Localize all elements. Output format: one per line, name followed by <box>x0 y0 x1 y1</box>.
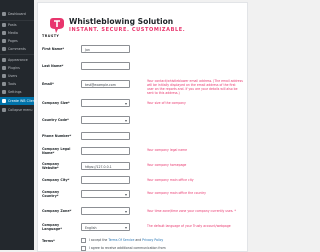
country-code-label: Country Code* <box>42 118 69 122</box>
admin-sidebar: Dashboard Posts Media Pages Comments App… <box>0 0 37 250</box>
sidebar-item-label: Pages <box>8 39 18 43</box>
email-label: Email* <box>42 82 54 86</box>
phone-input[interactable] <box>81 132 130 140</box>
terms-text: I accept the Terms Of Service and Privac… <box>89 238 163 242</box>
legal-name-input[interactable] <box>81 147 130 155</box>
pin-icon <box>2 23 6 27</box>
sidebar-item-label: Tools <box>8 82 17 86</box>
logo-brand-text: TRUSTY <box>42 34 60 38</box>
company-size-select[interactable] <box>81 99 130 107</box>
city-hint: Your company main office city <box>147 178 194 182</box>
sidebar-item-label: Plugins <box>8 66 20 70</box>
sidebar-item-dashboard[interactable]: Dashboard <box>0 10 34 18</box>
country-code-select[interactable] <box>81 116 130 124</box>
legal-name-hint: Your company legal name <box>147 148 188 152</box>
sidebar-item-label: Comments <box>8 47 26 51</box>
city-input[interactable] <box>81 176 130 184</box>
sidebar-item-settings[interactable]: Settings <box>0 88 34 96</box>
company-country-label: Company Country* <box>42 190 60 198</box>
sidebar-item-label: Users <box>8 74 18 78</box>
zone-select[interactable] <box>81 207 130 215</box>
company-size-label: Company Size* <box>42 101 70 105</box>
main-content: TRUSTY Whistleblowing Solution INSTANT. … <box>34 0 250 252</box>
language-label: Company Language* <box>42 223 62 231</box>
collapse-icon <box>2 108 6 112</box>
terms-of-service-link[interactable]: Terms Of Service <box>108 238 134 242</box>
terms-label: Terms* <box>42 239 55 243</box>
trusty-logo-icon <box>50 18 64 33</box>
dashboard-icon <box>2 12 6 16</box>
privacy-policy-link[interactable]: Privacy Policy <box>142 238 163 242</box>
first-name-label: First Name* <box>42 47 65 51</box>
consent-checkbox[interactable] <box>81 246 86 251</box>
page-title: Whistleblowing Solution <box>69 17 174 26</box>
media-icon <box>2 31 6 35</box>
sidebar-item-label: Settings <box>8 90 22 94</box>
brush-icon <box>2 58 6 62</box>
company-size-hint: Your size of the company <box>147 101 186 105</box>
language-select[interactable]: English <box>81 223 130 231</box>
last-name-input[interactable] <box>81 62 130 70</box>
sidebar-item-posts[interactable]: Posts <box>0 21 34 29</box>
sidebar-item-label: Dashboard <box>8 12 26 16</box>
last-name-label: Last Name* <box>42 64 64 68</box>
settings-icon <box>2 90 6 94</box>
sidebar-item-label: Collapse menu <box>8 108 33 112</box>
client-form-panel: TRUSTY Whistleblowing Solution INSTANT. … <box>37 2 248 252</box>
website-hint: Your company homepage <box>147 163 187 167</box>
shield-icon <box>2 99 6 103</box>
company-country-hint: Your company main office the country <box>147 191 206 195</box>
sidebar-item-label: Appearance <box>8 58 28 62</box>
wrench-icon <box>2 82 6 86</box>
sidebar-item-users[interactable]: Users <box>0 72 34 80</box>
sidebar-item-label: Create WB Client <box>8 99 37 103</box>
first-name-input[interactable]: Jon <box>81 45 130 53</box>
sidebar-item-media[interactable]: Media <box>0 29 34 37</box>
email-input[interactable]: test@example.com <box>81 80 130 88</box>
sidebar-item-create-wb-client[interactable]: Create WB Client <box>0 97 37 105</box>
sidebar-item-comments[interactable]: Comments <box>0 45 34 53</box>
sidebar-item-label: Posts <box>8 23 17 27</box>
website-label: Company Website* <box>42 162 60 170</box>
terms-mid-text: and <box>135 238 142 242</box>
sidebar-item-tools[interactable]: Tools <box>0 80 34 88</box>
language-hint: The default language of your Trusty acco… <box>147 224 231 228</box>
plugin-icon <box>2 66 6 70</box>
phone-label: Phone Number* <box>42 134 72 138</box>
users-icon <box>2 74 6 78</box>
company-country-select[interactable] <box>81 190 130 198</box>
legal-name-label: Company Legal Name* <box>42 147 71 155</box>
sidebar-item-plugins[interactable]: Plugins <box>0 64 34 72</box>
page-icon <box>2 39 6 43</box>
zone-label: Company Zone* <box>42 209 72 213</box>
sidebar-divider <box>0 54 34 55</box>
terms-pre-text: I accept the <box>89 238 108 242</box>
city-label: Company City* <box>42 178 70 182</box>
comment-icon <box>2 47 6 51</box>
email-hint: Your contact/whistleblower email address… <box>147 79 243 95</box>
website-input[interactable]: https://127.0.0.1 <box>81 162 130 170</box>
sidebar-item-collapse[interactable]: Collapse menu <box>0 106 34 114</box>
sidebar-item-appearance[interactable]: Appearance <box>0 56 34 64</box>
zone-hint: Your time zone/time zone your company cu… <box>147 209 236 213</box>
page-tagline: INSTANT. SECURE. CUSTOMIZABLE. <box>69 27 186 33</box>
sidebar-item-label: Media <box>8 31 18 35</box>
consent-text: I agree to receive additional communicat… <box>89 246 166 250</box>
terms-checkbox[interactable] <box>81 238 86 243</box>
sidebar-item-pages[interactable]: Pages <box>0 37 34 45</box>
